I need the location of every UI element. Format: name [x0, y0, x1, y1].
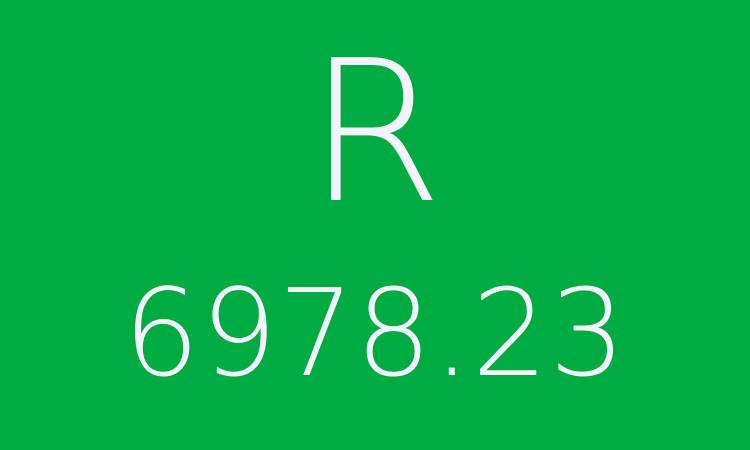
price-amount: 6978.23	[123, 265, 627, 404]
price-tile: R 6978.23	[0, 0, 750, 450]
currency-symbol: R	[306, 19, 444, 247]
